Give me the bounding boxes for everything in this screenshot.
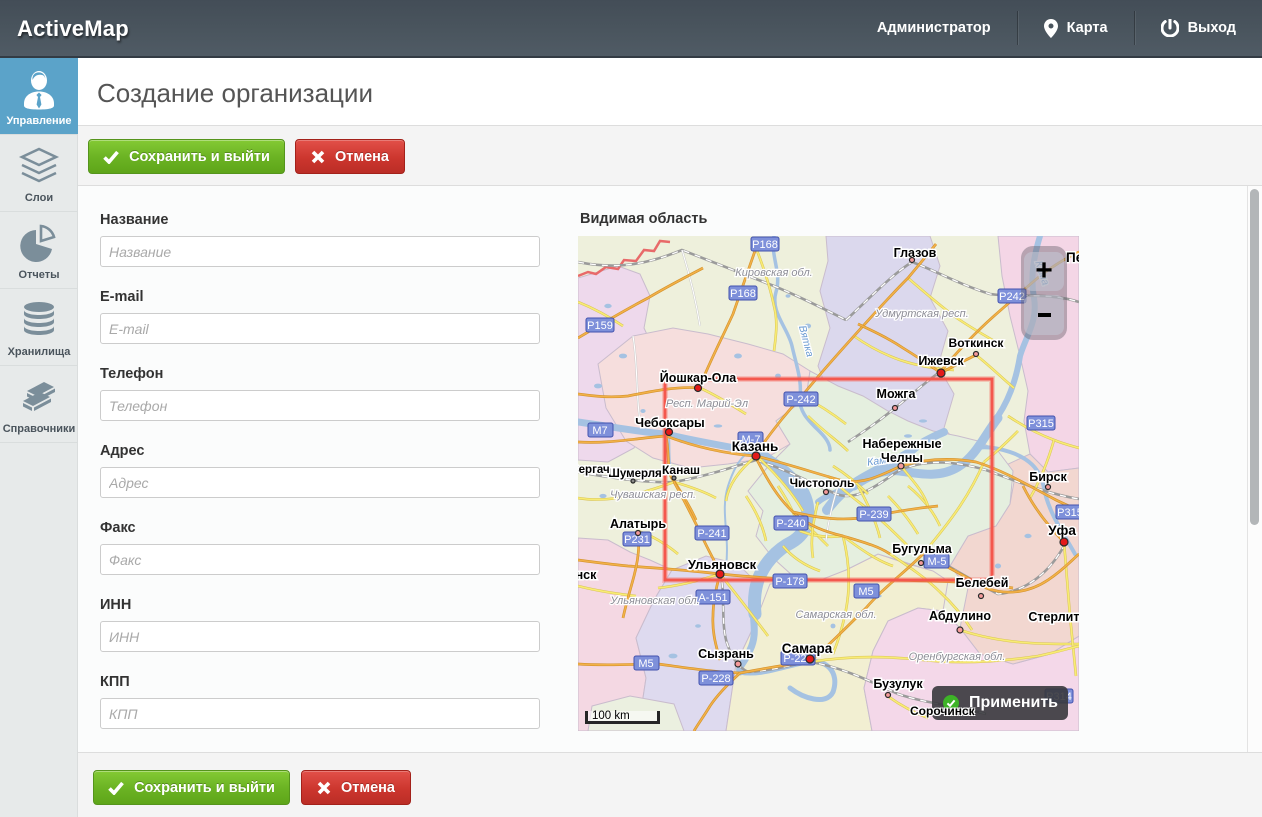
svg-text:Бирск: Бирск [1029,470,1067,484]
svg-text:Йошкар-Ола: Йошкар-Ола [660,370,738,385]
svg-text:Р-178: Р-178 [775,576,804,588]
svg-text:Воткинск: Воткинск [949,336,1005,350]
svg-text:нск: нск [578,568,597,582]
svg-text:Бугульма: Бугульма [892,542,952,556]
svg-text:Респ. Марий-Эл: Респ. Марий-Эл [666,398,748,410]
svg-text:Чебоксары: Чебоксары [635,416,704,430]
svg-text:Ижевск: Ижевск [918,354,964,368]
svg-text:Р-239: Р-239 [859,509,888,521]
svg-text:Чистополь: Чистополь [790,476,855,490]
svg-text:Алатырь: Алатырь [610,517,666,531]
svg-text:Ульяновская обл.: Ульяновская обл. [609,595,699,607]
svg-text:Можга: Можга [877,387,917,401]
svg-text:Белебей: Белебей [956,576,1009,590]
svg-text:Р168: Р168 [730,288,756,300]
svg-text:Набережные: Набережные [862,437,941,451]
svg-text:М5: М5 [638,658,653,670]
svg-text:Самарская обл.: Самарская обл. [795,609,876,621]
svg-text:Самара: Самара [782,641,833,656]
svg-text:Р315: Р315 [1028,418,1054,430]
svg-text:А-151: А-151 [698,592,727,604]
svg-text:Р168: Р168 [752,239,778,251]
svg-text:Кировская обл.: Кировская обл. [735,267,812,279]
svg-text:М-5: М-5 [928,556,947,568]
svg-text:Р159: Р159 [587,320,613,332]
svg-text:Абдулино: Абдулино [929,609,991,623]
svg-text:Р-241: Р-241 [697,528,726,540]
svg-text:Сергач: Сергач [578,464,610,476]
svg-text:Оренбургская обл.: Оренбургская обл. [909,651,1006,663]
svg-text:Удмуртская респ.: Удмуртская респ. [874,308,969,320]
svg-text:М5: М5 [858,586,873,598]
svg-text:Ульяновск: Ульяновск [688,557,757,572]
svg-text:Сызрань: Сызрань [698,647,754,661]
svg-text:Р-240: Р-240 [776,518,805,530]
svg-text:М7: М7 [592,425,607,437]
svg-text:Бузулук: Бузулук [873,677,923,691]
svg-text:Р-242: Р-242 [786,394,815,406]
svg-text:Шумерля: Шумерля [608,468,661,480]
svg-text:Уфа: Уфа [1048,523,1076,538]
svg-text:Стерлитам: Стерлитам [1028,610,1079,624]
svg-text:Канаш: Канаш [662,463,700,477]
svg-text:Чувашская респ.: Чувашская респ. [610,489,696,501]
svg-text:Глазов: Глазов [894,246,937,260]
svg-text:Пермь: Пермь [1066,250,1079,265]
svg-text:Р315: Р315 [1057,507,1079,519]
svg-text:Р-228: Р-228 [701,673,730,685]
